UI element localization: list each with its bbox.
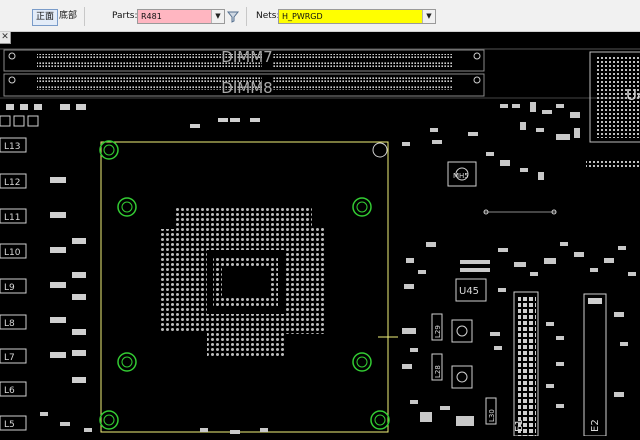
inductor-label: L7 xyxy=(4,353,15,363)
parts-value: R481 xyxy=(141,12,162,21)
ic-label: U4 xyxy=(626,86,640,104)
find-part-button[interactable] xyxy=(226,9,240,24)
inductor-label: L11 xyxy=(4,213,20,223)
ic-label: MH5 xyxy=(453,172,469,180)
bga-chip-u4: U4 xyxy=(586,51,640,168)
pcb-board-view[interactable]: DIMM7 DIMM8 U4 xyxy=(0,32,640,437)
chevron-down-icon[interactable]: ▼ xyxy=(422,10,435,23)
vertical-label: E1 xyxy=(514,419,525,432)
vertical-label: L30 xyxy=(488,409,496,422)
inductor-label: L10 xyxy=(4,248,21,258)
dimm-slots: DIMM7 DIMM8 xyxy=(0,48,640,99)
cpu-socket xyxy=(100,141,398,433)
smd-scatter xyxy=(40,102,636,434)
parts-search-input[interactable]: R481 ▼ xyxy=(137,9,225,24)
inductor-column: L13 L12 L11 L10 L9 L8 L7 L6 L5 xyxy=(0,137,27,431)
inductor-label: L8 xyxy=(4,319,15,329)
smd-components-right: MH5 U45 L29 L28 L30 E1 E2 xyxy=(431,161,607,437)
nets-search-input[interactable]: H_PWRGD ▼ xyxy=(278,9,436,24)
inductor-label: L5 xyxy=(4,420,15,430)
parts-label: Parts: xyxy=(112,11,138,21)
top-side-button[interactable]: 正面 xyxy=(32,9,59,26)
toolbar-separator xyxy=(84,7,85,26)
toolbar: 正面 底部 Parts: R481 ▼ Nets: H_PWRGD ▼ xyxy=(0,0,640,32)
nets-label: Nets: xyxy=(256,11,280,21)
toolbar-separator xyxy=(246,7,247,26)
nets-value: H_PWRGD xyxy=(282,12,323,21)
ic-label: U45 xyxy=(459,286,479,297)
inductor-label: L12 xyxy=(4,178,20,188)
dimm-label: DIMM7 xyxy=(221,48,272,66)
inductor-label: L13 xyxy=(4,142,20,152)
vertical-label: E2 xyxy=(590,419,601,432)
bottom-side-button[interactable]: 底部 xyxy=(56,9,80,24)
funnel-icon xyxy=(226,11,240,23)
inductor-label: L6 xyxy=(4,386,15,396)
chevron-down-icon[interactable]: ▼ xyxy=(211,10,224,23)
inductor-label: L9 xyxy=(4,283,15,293)
dimm-label: DIMM8 xyxy=(221,79,272,97)
vertical-label: L29 xyxy=(434,325,442,338)
pcb-canvas: DIMM7 DIMM8 U4 xyxy=(0,48,640,437)
vertical-label: L28 xyxy=(434,365,442,378)
